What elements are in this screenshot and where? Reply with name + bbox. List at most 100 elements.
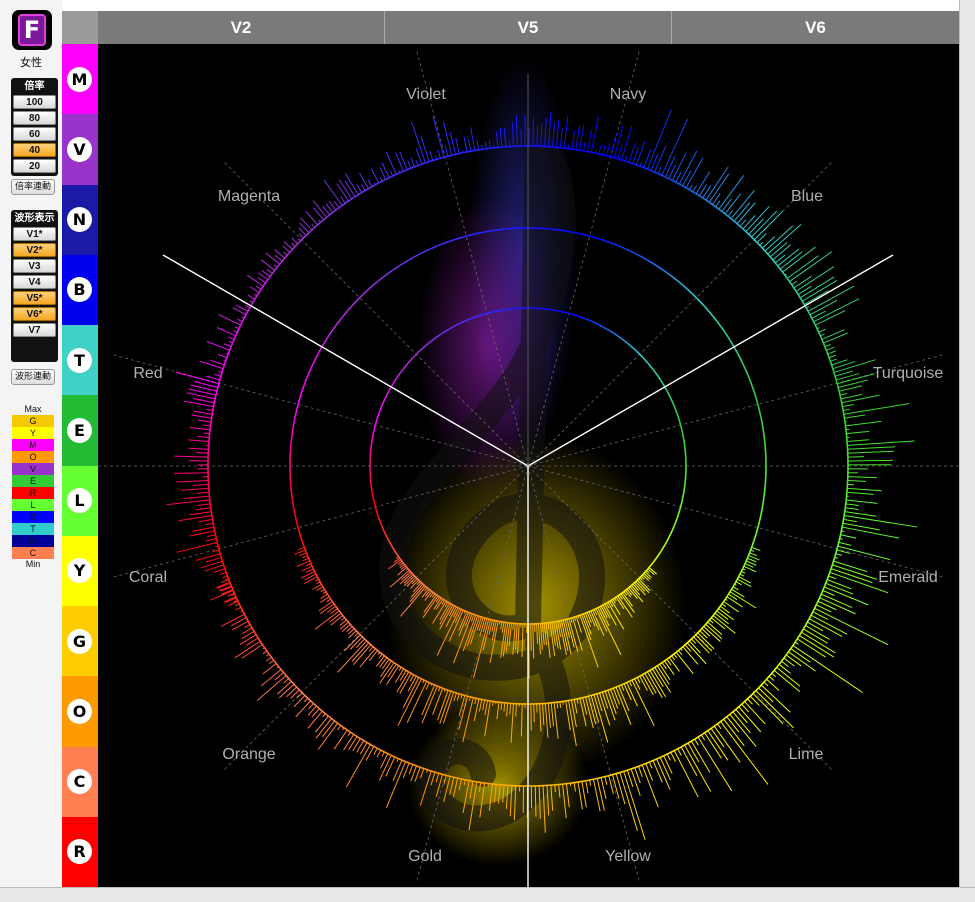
outer-spike [593,779,600,811]
outer-spike [785,274,787,275]
waveform-link-button[interactable]: 波形連動 [11,369,55,385]
ring-V5 [292,497,293,503]
middle-spike [747,558,756,562]
ring-V6 [843,408,844,416]
outer-spike [318,723,337,749]
column-v2[interactable]: V2 [98,11,385,44]
waveform-v4-button[interactable]: V4 [13,275,56,289]
waveform-v3-button[interactable]: V3 [13,259,56,273]
strip-band-g[interactable]: G [62,606,98,677]
outer-spike [848,451,894,453]
strip-band-r[interactable]: R [62,817,98,888]
ring-V5 [763,429,764,435]
magnification-60-button[interactable]: 60 [13,127,56,141]
outer-spike [636,142,644,165]
outer-spike [177,542,218,552]
ring-V2 [499,310,503,311]
outer-spike [235,327,239,329]
middle-spike [315,611,339,629]
ring-V5 [683,285,688,289]
strip-band-v[interactable]: V [62,114,98,185]
magnification-link-button[interactable]: 倍率連動 [11,179,55,195]
magnification-80-button[interactable]: 80 [13,111,56,125]
strip-band-l[interactable]: L [62,466,98,537]
ring-V5 [759,410,760,416]
middle-spike [698,633,714,649]
ring-V5 [728,336,731,341]
outer-spike [277,667,279,668]
ring-V5 [713,316,717,321]
middle-spike [323,592,326,594]
strip-band-n[interactable]: N [62,185,98,256]
ring-V5 [602,240,608,242]
middle-spike [702,629,710,637]
ring-V5 [553,702,559,703]
outer-spike [245,305,249,308]
strip-band-b[interactable]: B [62,255,98,326]
outer-spike [667,754,670,760]
ring-V2 [411,357,414,360]
ring-V6 [627,768,635,771]
outer-spike [847,488,881,490]
magnification-20-button[interactable]: 20 [13,159,56,173]
ring-V2 [372,491,373,495]
ring-V5 [625,249,631,252]
outer-spike [631,769,640,796]
outer-spike [197,504,210,506]
strip-band-e[interactable]: E [62,395,98,466]
outer-spike [606,143,609,156]
strip-band-o[interactable]: O [62,676,98,747]
middle-spike [737,579,751,586]
magnification-100-button[interactable]: 100 [13,95,56,109]
strip-band-t[interactable]: T [62,325,98,396]
strip-label-y: Y [67,558,92,583]
ring-V2 [389,387,391,391]
ring-V2 [565,312,569,313]
outer-spike [795,642,798,644]
outer-spike [421,137,429,162]
column-v6[interactable]: V6 [672,11,959,44]
middle-spike [739,577,751,583]
ring-V2 [398,373,400,376]
waveform-v7-button[interactable]: V7 [13,323,56,337]
waveform-v1-button[interactable]: V1* [13,227,56,241]
strip-band-m[interactable]: M [62,44,98,115]
outer-spike [740,220,746,226]
strip-band-y[interactable]: Y [62,536,98,607]
ring-V2 [677,515,678,519]
strip-band-c[interactable]: C [62,747,98,818]
ring-V5 [491,701,497,702]
outer-spike [176,481,208,482]
ring-V2 [491,620,495,621]
column-v5[interactable]: V5 [385,11,672,44]
ring-V5 [378,277,383,281]
outer-spike [679,151,697,184]
middle-spike [380,663,394,684]
outer-spike [438,150,440,158]
strip-label-n: N [67,207,92,232]
ring-V5 [740,358,743,364]
outer-spike [716,201,720,207]
sector-label-magenta: Magenta [218,188,280,205]
outer-spike [708,731,728,761]
ring-V5 [762,423,763,429]
sector-label-blue: Blue [791,188,823,205]
outer-spike [765,226,793,251]
outer-spike [371,169,379,183]
outer-spike [266,657,271,661]
outer-spike [597,778,604,810]
ring-V5 [311,364,314,370]
magnification-40-button[interactable]: 40 [13,143,56,157]
ring-V5 [316,352,319,358]
waveform-v5-button[interactable]: V5* [13,291,56,305]
ring-V6 [771,667,776,673]
outer-spike [727,717,739,732]
outer-spike [794,276,812,288]
outer-spike [309,703,314,708]
outer-spike [622,126,632,160]
waveform-v6-button[interactable]: V6* [13,307,56,321]
outer-spike [820,598,856,614]
waveform-v2-button[interactable]: V2* [13,243,56,257]
ring-V2 [378,515,379,519]
ring-V2 [648,363,651,366]
